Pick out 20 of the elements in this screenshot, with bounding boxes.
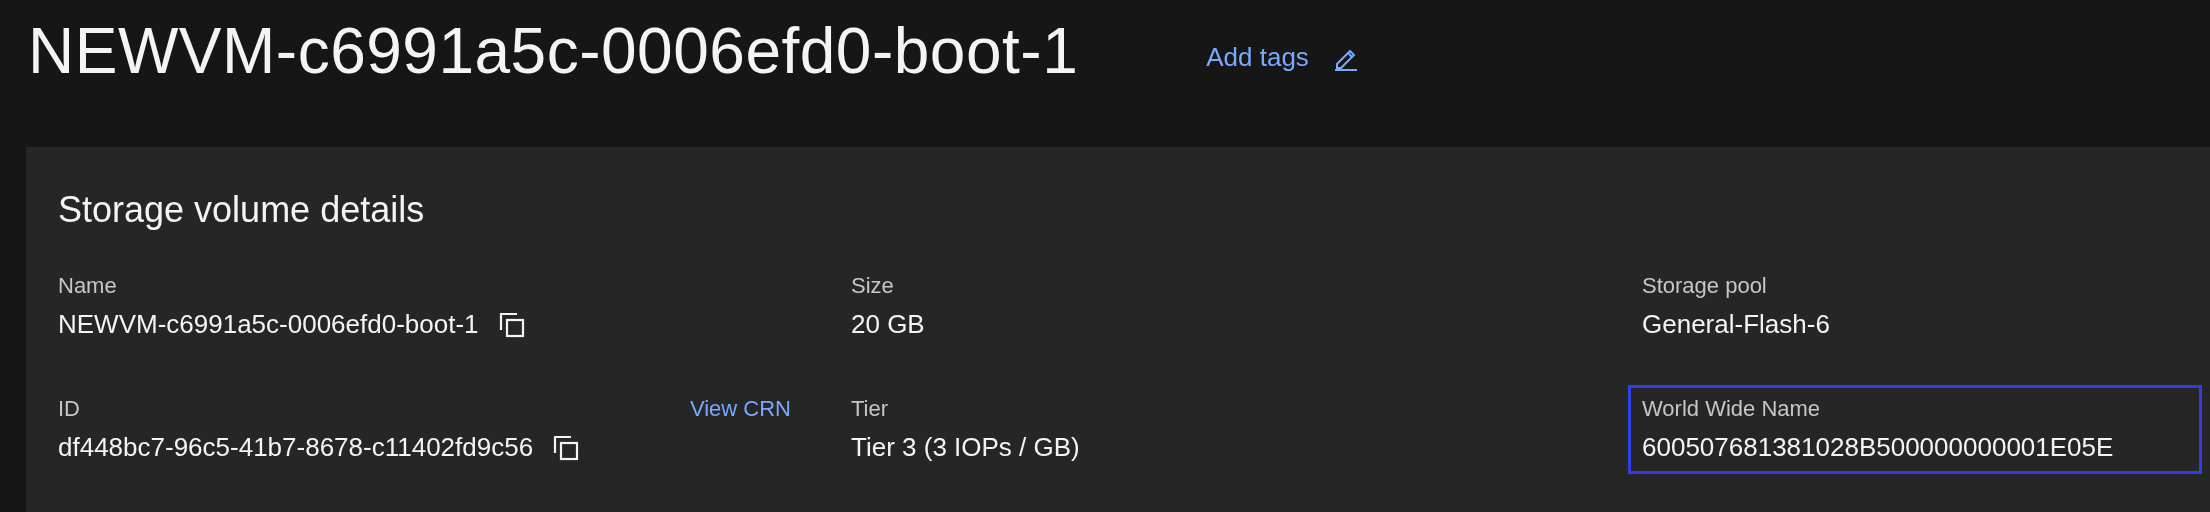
view-crn-link[interactable]: View CRN xyxy=(689,396,791,422)
field-value: General-Flash-6 xyxy=(1642,309,1830,340)
copy-icon xyxy=(553,434,580,461)
field-label: ID xyxy=(58,396,80,422)
page-title: NEWVM-c6991a5c-0006efd0-boot-1 xyxy=(28,14,1079,88)
field-label: Tier xyxy=(851,396,889,422)
field-value: NEWVM-c6991a5c-0006efd0-boot-1 xyxy=(58,309,479,340)
field-label: Name xyxy=(58,273,117,299)
add-tags-link[interactable]: Add tags xyxy=(1206,42,1359,73)
copy-button[interactable] xyxy=(553,434,580,461)
field-value: Tier 3 (3 IOPs / GB) xyxy=(851,432,1080,463)
field-value: 600507681381028B500000000001E05E xyxy=(1642,432,2114,463)
panel-title: Storage volume details xyxy=(58,189,426,231)
field-value: 20 GB xyxy=(851,309,925,340)
copy-icon xyxy=(498,311,525,338)
field-label: Storage pool xyxy=(1642,273,1767,299)
copy-button[interactable] xyxy=(498,311,525,338)
field-label: Size xyxy=(851,273,894,299)
field-label: World Wide Name xyxy=(1642,396,1821,422)
field-value: df448bc7-96c5-41b7-8678-c11402fd9c56 xyxy=(58,432,534,463)
